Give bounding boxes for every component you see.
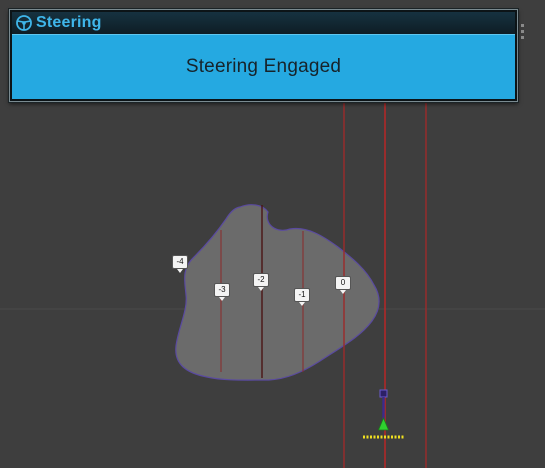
guidance-label: -3 xyxy=(214,283,230,301)
tractor-marker[interactable] xyxy=(363,389,404,439)
tractor-direction-icon xyxy=(377,416,390,431)
panel-header: Steering xyxy=(12,12,515,34)
grip-dot xyxy=(521,30,524,33)
guidance-label: -4 xyxy=(172,255,188,273)
panel-resize-grip[interactable] xyxy=(521,24,525,48)
grip-dot xyxy=(521,36,524,39)
field-boundary xyxy=(175,204,380,381)
steering-status-text: Steering Engaged xyxy=(185,56,342,77)
tractor-antenna-icon xyxy=(379,389,388,398)
steering-panel[interactable]: Steering Steering Engaged xyxy=(9,9,524,102)
guidance-label: 0 xyxy=(335,276,351,294)
grip-dot xyxy=(521,24,524,27)
guidance-label: -2 xyxy=(253,273,269,291)
guidance-label: -1 xyxy=(294,288,310,306)
steering-status-button[interactable]: Steering Engaged xyxy=(12,34,515,99)
steering-wheel-icon xyxy=(15,14,33,32)
panel-title: Steering xyxy=(36,14,102,31)
